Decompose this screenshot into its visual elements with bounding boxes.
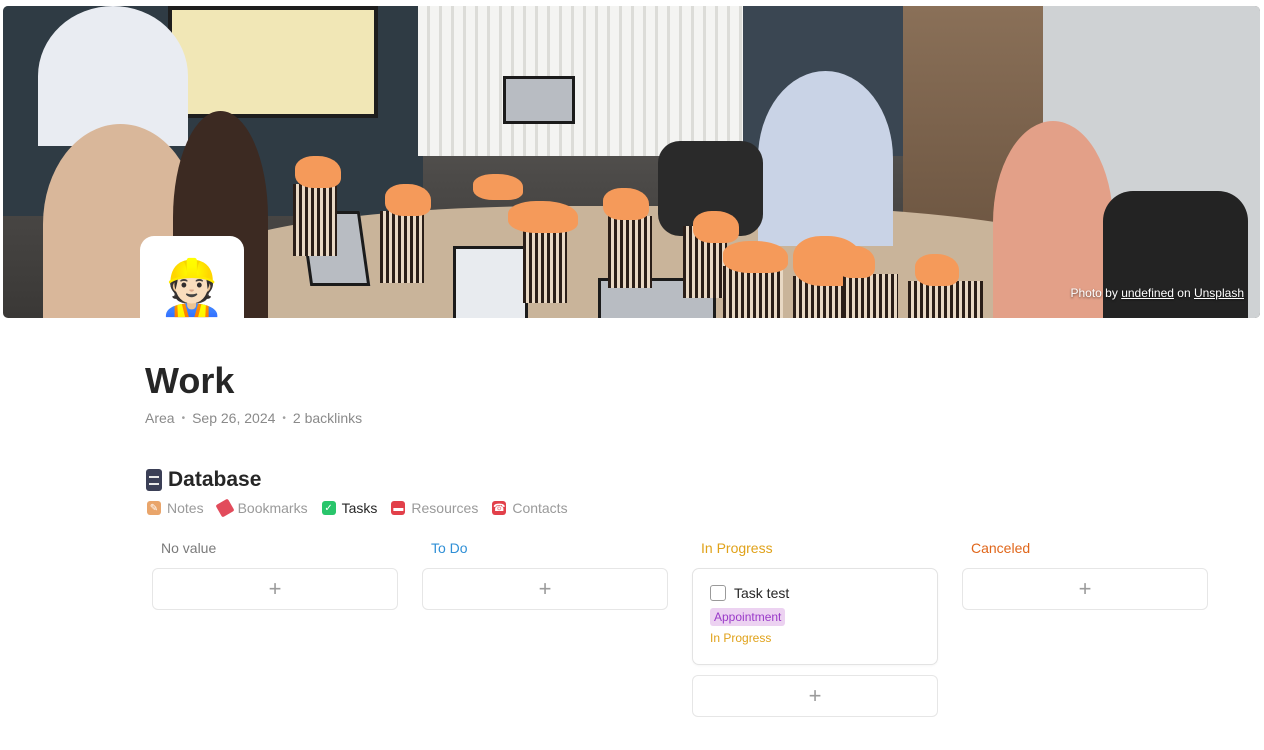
- cover-tissue: [693, 211, 739, 243]
- cover-tissue: [473, 174, 523, 200]
- task-status: In Progress: [710, 631, 772, 645]
- photo-credit-on: on: [1177, 286, 1191, 300]
- cover-gift-bag: [843, 274, 898, 318]
- plus-icon: +: [808, 683, 822, 708]
- file-cabinet-icon: [146, 469, 162, 491]
- add-card-button[interactable]: +: [152, 568, 398, 610]
- cover-gift-bag: [293, 184, 337, 256]
- tab-contacts[interactable]: ☎ Contacts: [492, 500, 568, 516]
- cover-tissue: [915, 254, 959, 286]
- database-title-label: Database: [168, 468, 262, 491]
- meta-backlinks[interactable]: 2 backlinks: [293, 410, 362, 426]
- photo-credit-author-link[interactable]: undefined: [1121, 286, 1174, 300]
- cover-tissue: [603, 188, 649, 220]
- cover-laptop: [503, 76, 575, 124]
- cover-gift-bag: [380, 211, 424, 283]
- cover-tissue: [723, 241, 788, 273]
- meta-separator: •: [282, 412, 286, 424]
- tab-label: Contacts: [512, 500, 568, 516]
- cover-tissue: [295, 156, 341, 188]
- task-tag: Appointment: [710, 608, 786, 626]
- tab-label: Bookmarks: [237, 500, 308, 516]
- tab-tasks[interactable]: ✓ Tasks: [321, 500, 378, 516]
- telephone-icon: ☎: [492, 501, 507, 515]
- cover-tissue: [385, 184, 431, 216]
- database-title[interactable]: Database: [146, 468, 261, 492]
- cover-gift-bag: [523, 231, 567, 303]
- cover-gift-bag: [908, 281, 983, 318]
- photo-credit-prefix: Photo by: [1070, 286, 1118, 300]
- plus-icon: +: [538, 576, 552, 601]
- tab-notes[interactable]: ✎ Notes: [147, 500, 204, 516]
- column-header[interactable]: To Do: [422, 540, 668, 558]
- photo-credit: Photo by undefined on Unsplash: [1070, 286, 1244, 300]
- photo-credit-source-link[interactable]: Unsplash: [1194, 286, 1244, 300]
- add-card-button[interactable]: +: [962, 568, 1208, 610]
- column-header[interactable]: In Progress: [692, 540, 938, 558]
- meta-type[interactable]: Area: [145, 410, 175, 426]
- task-card[interactable]: Task test Appointment In Progress: [692, 568, 938, 665]
- database-view-tabs: ✎ Notes Bookmarks ✓ Tasks ▬ Resources ☎ …: [147, 498, 568, 518]
- page-icon[interactable]: 👷🏻: [140, 236, 244, 340]
- add-card-button[interactable]: +: [692, 675, 938, 717]
- tab-label: Tasks: [341, 500, 378, 516]
- construction-worker-icon: 👷🏻: [158, 257, 226, 318]
- task-checkbox[interactable]: [710, 585, 726, 601]
- plus-icon: +: [1078, 576, 1092, 601]
- column-header[interactable]: Canceled: [962, 540, 1208, 558]
- tab-resources[interactable]: ▬ Resources: [391, 500, 478, 516]
- cover-gift-bag: [608, 216, 652, 288]
- cover-window-blinds: [418, 6, 748, 156]
- cover-laptop: [453, 246, 528, 318]
- board-column-to-do: To Do +: [422, 540, 668, 610]
- cover-projector-screen: [168, 6, 378, 118]
- cover-gift-bag: [723, 266, 783, 318]
- plus-icon: +: [268, 576, 282, 601]
- meta-date: Sep 26, 2024: [192, 410, 276, 426]
- toolbox-icon: ▬: [391, 501, 406, 515]
- cover-tissue: [508, 201, 578, 233]
- cover-attendee: [758, 71, 893, 246]
- notes-icon: ✎: [147, 501, 161, 515]
- meta-separator: •: [181, 412, 186, 424]
- board-column-no-value: No value +: [152, 540, 398, 610]
- cover-tissue: [835, 246, 875, 278]
- board-column-in-progress: In Progress Task test Appointment In Pro…: [692, 540, 938, 717]
- bookmark-icon: [215, 498, 235, 518]
- page-title[interactable]: Work: [145, 360, 234, 402]
- tab-label: Resources: [411, 500, 479, 516]
- task-title: Task test: [734, 585, 790, 601]
- check-icon: ✓: [321, 501, 336, 515]
- page-meta: Area • Sep 26, 2024 • 2 backlinks: [145, 410, 362, 426]
- tab-label: Notes: [167, 500, 204, 516]
- add-card-button[interactable]: +: [422, 568, 668, 610]
- board-column-canceled: Canceled +: [962, 540, 1208, 610]
- column-header[interactable]: No value: [152, 540, 398, 558]
- tab-bookmarks[interactable]: Bookmarks: [215, 498, 308, 518]
